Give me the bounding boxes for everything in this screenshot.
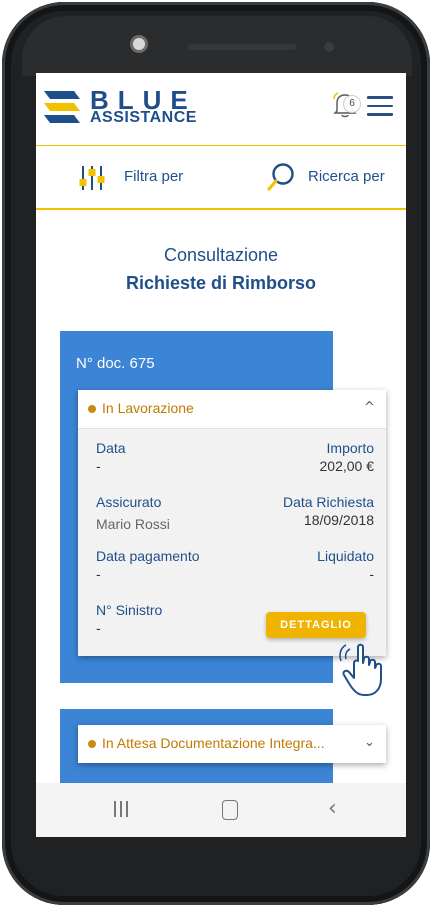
assicurato-label: Assicurato xyxy=(96,494,162,510)
data-richiesta-value: 18/09/2018 xyxy=(303,512,374,528)
data-value: - xyxy=(96,458,101,474)
data-pagamento-label: Data pagamento xyxy=(96,548,200,564)
request-card-header[interactable]: In Lavorazione ^ xyxy=(78,390,386,429)
sinistro-label: N° Sinistro xyxy=(96,602,163,618)
search-icon xyxy=(267,163,294,191)
front-camera xyxy=(133,38,145,50)
chevron-down-icon[interactable]: ⌄ xyxy=(364,735,375,750)
notification-badge: 6 xyxy=(343,95,361,113)
tap-hand-icon xyxy=(339,643,382,696)
dettaglio-button[interactable]: DETTAGLIO xyxy=(266,612,366,638)
importo-label: Importo xyxy=(326,440,374,456)
assicurato-value: Mario Rossi xyxy=(96,516,170,532)
status-dot-icon xyxy=(88,405,96,413)
data-pagamento-value: - xyxy=(96,566,101,582)
app-header: BLUE ASSISTANCE 6 xyxy=(36,73,406,147)
filter-label: Filtra per xyxy=(124,168,184,185)
liquidato-value: - xyxy=(369,566,374,582)
home-icon[interactable] xyxy=(222,800,238,820)
liquidato-label: Liquidato xyxy=(317,548,374,564)
app-screen: BLUE ASSISTANCE 6 Filtra per Ricerca per… xyxy=(36,73,406,783)
proximity-sensor xyxy=(324,42,334,52)
earpiece-speaker xyxy=(188,44,296,50)
android-nav-bar: ‹ xyxy=(36,783,406,837)
hamburger-menu-icon[interactable] xyxy=(367,96,393,116)
request-card-collapsed[interactable]: In Attesa Documentazione Integra... ⌄ xyxy=(78,725,386,763)
importo-value: 202,00 € xyxy=(319,458,375,474)
status-label: In Attesa Documentazione Integra... xyxy=(102,735,325,751)
request-card-expanded: In Lavorazione ^ Data - Importo 202,00 €… xyxy=(78,390,386,656)
sinistro-value: - xyxy=(96,620,101,636)
doc-number: N° doc. 675 xyxy=(76,355,155,372)
recent-apps-icon[interactable] xyxy=(114,801,130,817)
status-label: In Lavorazione xyxy=(102,400,194,416)
blue-assistance-logo: BLUE ASSISTANCE xyxy=(44,85,244,131)
search-label: Ricerca per xyxy=(308,168,385,185)
page-title-line2: Richieste di Rimborso xyxy=(125,273,317,293)
filter-search-bar: Filtra per Ricerca per xyxy=(36,146,406,210)
logo-subtitle: ASSISTANCE xyxy=(90,109,197,126)
data-label: Data xyxy=(96,440,126,456)
status-dot-icon xyxy=(88,740,96,748)
back-icon[interactable]: ‹ xyxy=(328,796,337,821)
logo-mark-icon xyxy=(44,91,80,123)
page-title-line1: Consultazione xyxy=(163,245,279,265)
data-richiesta-label: Data Richiesta xyxy=(282,494,374,510)
sliders-icon xyxy=(79,166,105,190)
chevron-up-icon[interactable]: ^ xyxy=(364,400,375,415)
